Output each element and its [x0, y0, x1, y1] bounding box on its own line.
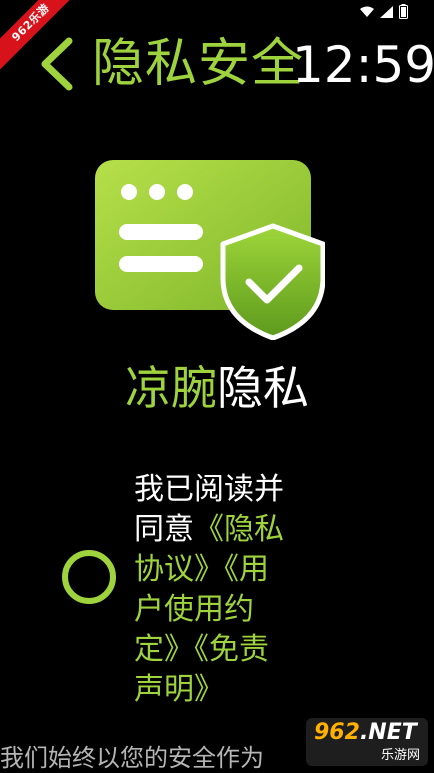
header: 隐私安全 12:59: [0, 28, 434, 98]
watermark-sub: 乐游网: [380, 748, 420, 763]
signal-icon: [380, 5, 393, 18]
battery-icon: [399, 4, 408, 19]
agree-radio[interactable]: [62, 550, 116, 604]
watermark-logo: 962.NET: [314, 720, 417, 745]
page-title: 隐私安全: [92, 34, 305, 94]
brand-suffix: 隐私: [217, 361, 309, 415]
agreement-text: 我已阅读并同意《隐私协议》《用户使用约定》《免责声明》: [134, 470, 298, 710]
privacy-card-shield-icon: [95, 160, 326, 341]
footer-text: 我们始终以您的安全作为: [0, 744, 264, 772]
app-name: 凉腕: [125, 361, 217, 415]
chevron-left-icon: [41, 37, 73, 91]
privacy-illustration: [95, 160, 326, 341]
watermark-badge: 962.NET 乐游网: [306, 718, 428, 766]
status-icons: [360, 4, 408, 19]
wifi-icon: [360, 6, 374, 17]
brand-heading: 凉腕隐私: [0, 360, 434, 416]
clock: 12:59: [292, 36, 434, 94]
back-button[interactable]: [36, 36, 76, 92]
